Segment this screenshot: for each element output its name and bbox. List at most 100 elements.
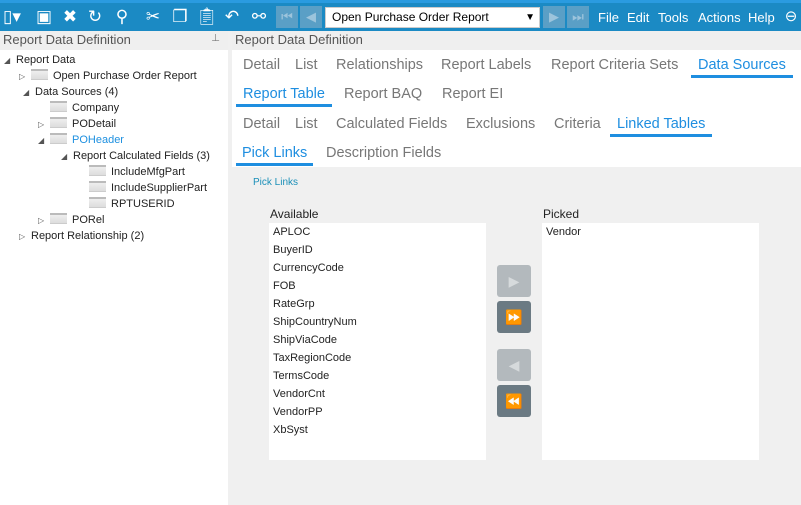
back-icon[interactable]: ⊖: [781, 7, 801, 27]
expanded-icon: ◢: [38, 136, 45, 145]
menu-help[interactable]: Help: [748, 10, 775, 25]
list-item[interactable]: BuyerID: [273, 243, 482, 261]
list-item[interactable]: ShipCountryNum: [273, 315, 482, 333]
expanded-icon: ◢: [61, 152, 68, 161]
tab-list[interactable]: List: [292, 57, 321, 73]
tree-node[interactable]: ▷ Report Relationship (2): [19, 228, 144, 244]
tree-node-selected[interactable]: ◢ POHeader: [38, 132, 124, 148]
tree-node[interactable]: ◢ Report Calculated Fields (3): [61, 148, 210, 164]
tab-criteria[interactable]: Criteria: [551, 116, 604, 132]
tab-linked-tables[interactable]: Linked Tables: [610, 116, 713, 137]
list-item[interactable]: XbSyst: [273, 423, 482, 441]
tab-exclusions[interactable]: Exclusions: [463, 116, 538, 132]
new-icon[interactable]: ▯▾: [2, 7, 22, 27]
tab-pick-links[interactable]: Pick Links: [236, 145, 314, 166]
undo-icon[interactable]: ↶: [222, 7, 242, 27]
tree-node[interactable]: IncludeMfgPart: [89, 164, 185, 180]
double-chevron-right-icon: ⏩: [505, 309, 523, 325]
right-panel-header: Report Data Definition: [232, 31, 801, 50]
list-item[interactable]: TaxRegionCode: [273, 351, 482, 369]
tree-node[interactable]: ◢ Data Sources (4): [23, 84, 118, 100]
report-select-value: Open Purchase Order Report: [332, 10, 489, 24]
tree-node-label: Company: [72, 102, 120, 114]
tab-report-criteria-sets[interactable]: Report Criteria Sets: [548, 57, 681, 73]
list-item[interactable]: VendorPP: [273, 405, 482, 423]
tree-node-label: PODetail: [72, 118, 117, 130]
list-item[interactable]: TermsCode: [273, 369, 482, 387]
tree-node[interactable]: ▷ Open Purchase Order Report: [19, 68, 197, 84]
list-item[interactable]: ShipViaCode: [273, 333, 482, 351]
tab-detail-sub[interactable]: Detail: [240, 116, 283, 132]
first-record-button[interactable]: ⏮: [276, 6, 298, 28]
tab-detail[interactable]: Detail: [240, 57, 283, 73]
folder-icon: [50, 133, 67, 144]
right-panel-title: Report Data Definition: [235, 32, 363, 47]
tree-node[interactable]: IncludeSupplierPart: [89, 180, 207, 196]
refresh-icon[interactable]: ↻: [85, 7, 105, 27]
folder-icon: [50, 213, 67, 224]
tab-relationships[interactable]: Relationships: [333, 57, 426, 73]
menu-actions[interactable]: Actions: [698, 10, 741, 25]
tree-node-label: IncludeMfgPart: [111, 166, 185, 178]
move-all-right-button[interactable]: ⏩: [497, 301, 531, 333]
folder-icon: [89, 197, 106, 208]
move-all-left-button[interactable]: ⏪: [497, 385, 531, 417]
move-left-button[interactable]: ◀: [497, 349, 531, 381]
move-right-button[interactable]: ▶: [497, 265, 531, 297]
chevron-down-icon: ▼: [525, 12, 535, 23]
search-icon[interactable]: ⚯: [249, 7, 269, 27]
tree-node[interactable]: RPTUSERID: [89, 196, 175, 212]
tree-node[interactable]: ▷ PODetail: [38, 116, 116, 132]
collapsed-icon: ▷: [38, 120, 45, 129]
expanded-icon: ◢: [4, 56, 11, 65]
section-title: Pick Links: [253, 177, 299, 188]
tree-node-label: IncludeSupplierPart: [111, 182, 208, 194]
available-label: Available: [270, 207, 319, 221]
tree-node[interactable]: Company: [50, 100, 119, 116]
collapsed-icon: ▷: [19, 72, 26, 81]
tab-report-baq[interactable]: Report BAQ: [341, 86, 425, 102]
report-select[interactable]: Open Purchase Order Report ▼: [325, 7, 540, 28]
menu-edit[interactable]: Edit: [627, 10, 649, 25]
tab-list-sub[interactable]: List: [292, 116, 321, 132]
list-item[interactable]: APLOC: [273, 225, 482, 243]
tab-report-table[interactable]: Report Table: [236, 86, 332, 107]
last-record-button[interactable]: ⏭: [567, 6, 589, 28]
list-item[interactable]: Vendor: [546, 225, 755, 243]
tree-node-label: RPTUSERID: [111, 198, 175, 210]
tree-node[interactable]: ◢ Report Data: [4, 52, 75, 68]
next-record-button[interactable]: ▶: [543, 6, 565, 28]
list-item[interactable]: RateGrp: [273, 297, 482, 315]
list-item[interactable]: FOB: [273, 279, 482, 297]
tab-report-labels[interactable]: Report Labels: [438, 57, 534, 73]
tab-data-sources[interactable]: Data Sources: [691, 57, 793, 78]
tab-calculated-fields[interactable]: Calculated Fields: [333, 116, 450, 132]
delete-icon[interactable]: ✖: [60, 7, 80, 27]
pin-icon[interactable]: ⊥: [211, 33, 220, 44]
left-panel-title: Report Data Definition: [3, 32, 131, 47]
available-list[interactable]: APLOC BuyerID CurrencyCode FOB RateGrp ShipCo…: [269, 223, 486, 460]
chevron-right-icon: ▶: [508, 273, 520, 289]
paste-icon[interactable]: 📋︎: [196, 7, 218, 27]
tab-description-fields[interactable]: Description Fields: [323, 145, 444, 161]
cut-icon[interactable]: ✂: [143, 7, 163, 27]
previous-record-button[interactable]: ◀: [300, 6, 322, 28]
picked-label: Picked: [543, 207, 580, 221]
menu-file[interactable]: File: [598, 10, 619, 25]
list-item[interactable]: CurrencyCode: [273, 261, 482, 279]
tree-node-label: Report Relationship (2): [31, 230, 145, 242]
tree-node-label: PORel: [72, 214, 105, 226]
folder-icon: [89, 165, 106, 176]
tab-report-ei[interactable]: Report EI: [439, 86, 506, 102]
double-chevron-left-icon: ⏪: [505, 393, 523, 409]
clear-icon[interactable]: ⚲: [112, 7, 132, 27]
expanded-icon: ◢: [23, 88, 30, 97]
tree-node[interactable]: ▷ PORel: [38, 212, 104, 228]
picked-list[interactable]: Vendor: [542, 223, 759, 460]
list-item[interactable]: VendorCnt: [273, 387, 482, 405]
menu-tools[interactable]: Tools: [658, 10, 688, 25]
toolbar: ▯▾ ▣ ✖ ↻ ⚲ ✂ ❐ 📋︎ ↶ ⚯ ⏮ ◀ Open Purchase …: [0, 0, 801, 31]
collapsed-icon: ▷: [38, 216, 45, 225]
copy-icon[interactable]: ❐: [170, 7, 190, 27]
save-icon[interactable]: ▣: [34, 7, 54, 27]
